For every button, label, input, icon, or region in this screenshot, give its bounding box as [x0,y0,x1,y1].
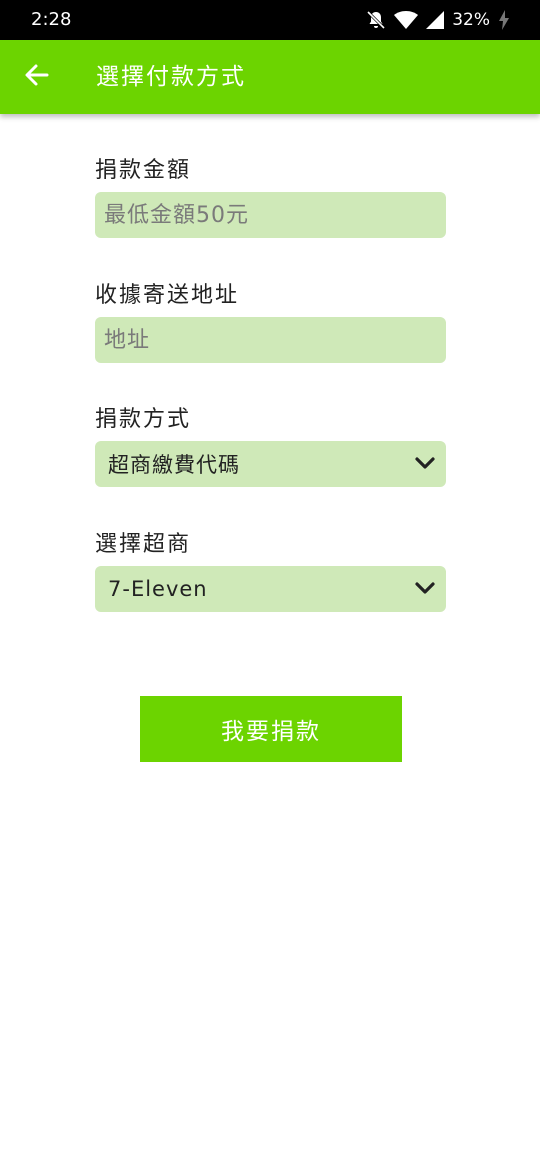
status-icons: 32% [366,9,510,31]
notifications-off-icon [366,10,386,30]
donate-button[interactable]: 我要捐款 [140,696,402,762]
chevron-down-icon [414,455,436,474]
address-label: 收據寄送地址 [95,283,240,308]
address-field [95,317,446,363]
back-button[interactable] [20,60,54,94]
chevron-down-icon [414,580,436,599]
signal-icon [426,11,445,29]
store-label: 選擇超商 [95,532,192,557]
store-select[interactable]: 7-Eleven [95,566,446,612]
store-selected-value: 7-Eleven [108,577,208,601]
method-selected-value: 超商繳費代碼 [108,453,240,477]
address-input[interactable] [95,317,446,363]
app-bar: 選擇付款方式 [0,40,540,114]
battery-text: 32% [452,10,490,30]
status-bar: 2:28 32% [0,0,540,40]
status-time: 2:28 [31,9,72,30]
amount-input[interactable] [95,192,446,238]
amount-field [95,192,446,238]
arrow-left-icon [24,62,50,92]
wifi-icon [394,10,419,30]
page-title: 選擇付款方式 [96,64,246,90]
method-label: 捐款方式 [95,407,192,432]
amount-label: 捐款金額 [95,158,192,183]
battery-charging-icon [498,10,510,30]
method-select[interactable]: 超商繳費代碼 [95,441,446,487]
